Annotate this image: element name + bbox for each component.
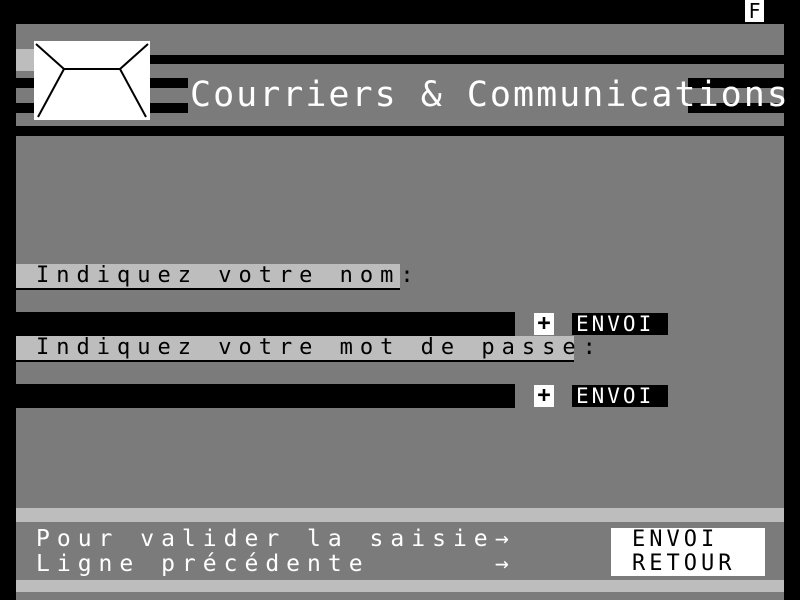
password-label: Indiquez votre mot de passe: bbox=[16, 336, 596, 362]
arrow-right-icon: → bbox=[495, 526, 509, 552]
name-label: Indiquez votre nom: bbox=[16, 264, 414, 290]
help-previous-line: Ligne précédente bbox=[36, 551, 370, 577]
plus-key[interactable]: + bbox=[534, 313, 554, 335]
minitel-screen: F Courriers & Communications Indiquez vo… bbox=[0, 0, 800, 600]
header-stripe-light bbox=[16, 49, 36, 71]
arrow-right-icon: → bbox=[495, 551, 509, 577]
envoi-button-name[interactable]: ENVOI bbox=[572, 313, 668, 335]
help-validate: Pour valider la saisie bbox=[36, 526, 495, 552]
password-input[interactable]: →........................ bbox=[16, 384, 515, 408]
envelope-icon bbox=[34, 41, 150, 120]
top-bar bbox=[0, 0, 800, 24]
header-stripe bbox=[16, 126, 784, 136]
footer-stripe bbox=[16, 508, 784, 522]
plus-key[interactable]: + bbox=[534, 385, 554, 407]
retour-key[interactable]: RETOUR bbox=[632, 553, 735, 575]
page-indicator: F bbox=[745, 0, 764, 22]
page-title: Courriers & Communications bbox=[190, 75, 790, 115]
name-input[interactable]: →........................ bbox=[16, 312, 515, 336]
envoi-button-password[interactable]: ENVOI bbox=[572, 385, 668, 407]
footer-stripe bbox=[16, 580, 784, 592]
envoi-key[interactable]: ENVOI bbox=[632, 529, 718, 551]
header-stripe bbox=[150, 55, 784, 64]
